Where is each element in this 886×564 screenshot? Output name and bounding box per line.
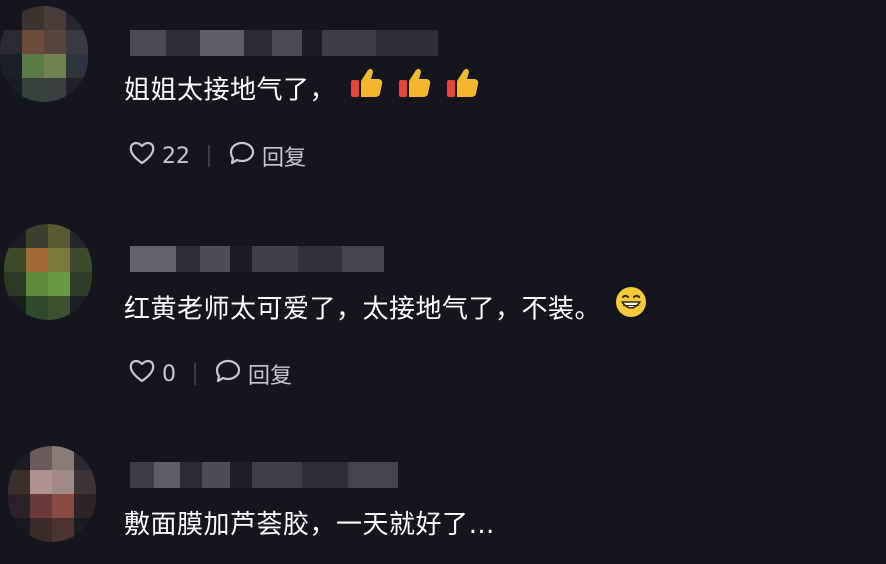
- avatar[interactable]: [0, 6, 88, 102]
- speech-bubble-icon: [214, 358, 242, 390]
- username[interactable]: [130, 30, 438, 56]
- heart-icon: [128, 358, 156, 390]
- reply-label: 回复: [262, 146, 307, 171]
- reply-button[interactable]: 回复: [214, 358, 292, 390]
- thumbs-up-icon: [446, 67, 480, 109]
- avatar[interactable]: [8, 446, 96, 542]
- speech-bubble-icon: [228, 140, 256, 172]
- comment-body: 敷面膜加芦荟胶，一天就好了…: [124, 510, 496, 540]
- comment-body: 红黄老师太可爱了，太接地气了，不装。: [124, 294, 602, 325]
- avatar[interactable]: [4, 224, 92, 320]
- like-button[interactable]: 22: [128, 140, 190, 172]
- username[interactable]: [130, 462, 398, 488]
- comment-actions: 0 回复: [128, 359, 292, 389]
- comment-text: 红黄老师太可爱了，太接地气了，不装。: [124, 286, 647, 331]
- comment-text: 敷面膜加芦荟胶，一天就好了…: [124, 507, 495, 543]
- like-count: 0: [162, 361, 176, 387]
- thumbs-up-icon: [398, 67, 432, 109]
- like-button[interactable]: 0: [128, 358, 176, 390]
- like-count: 22: [162, 143, 190, 169]
- thumbs-up-icon: [350, 67, 384, 109]
- grinning-face-icon: [615, 286, 647, 328]
- divider: [208, 145, 210, 167]
- username[interactable]: [130, 246, 384, 272]
- comment-text: 姐姐太接地气了，: [124, 67, 480, 112]
- comment-actions: 22 回复: [128, 141, 306, 171]
- reply-button[interactable]: 回复: [228, 140, 306, 172]
- heart-icon: [128, 140, 156, 172]
- comment-body: 姐姐太接地气了，: [124, 75, 337, 106]
- reply-label: 回复: [248, 364, 293, 389]
- divider: [194, 363, 196, 385]
